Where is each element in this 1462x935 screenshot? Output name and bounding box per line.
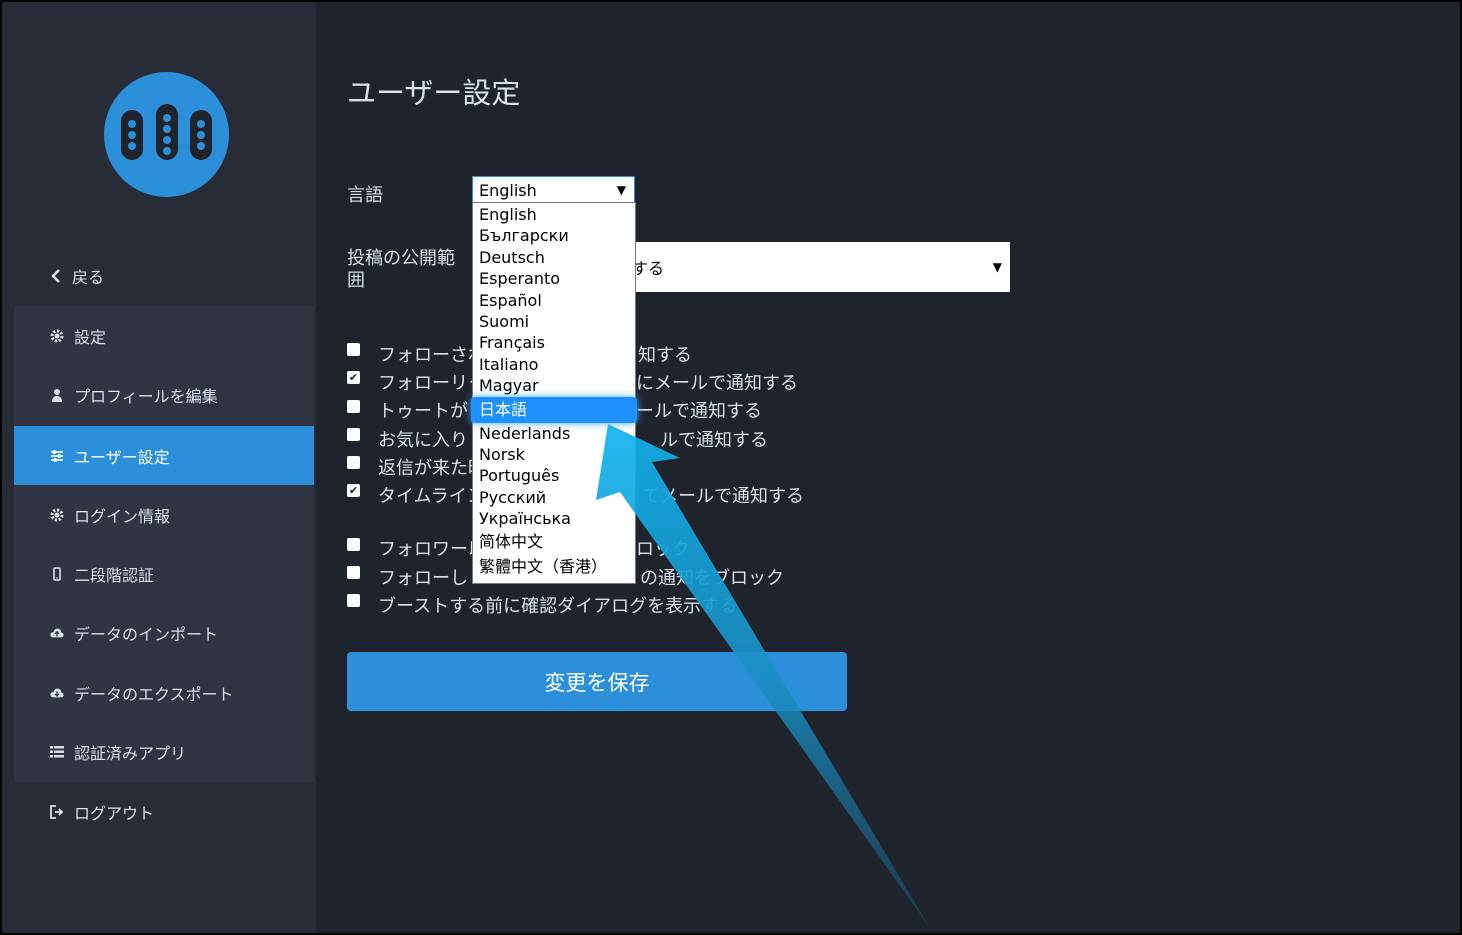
language-option[interactable]: Português [473,465,635,486]
checkbox-notify-timeline[interactable]: ✔ [347,484,360,497]
dropdown-arrow-icon: ▼ [616,183,626,197]
sidebar-item-two-factor[interactable]: 二段階認証 [14,544,314,603]
privacy-label: 投稿の公開範 囲 [347,248,455,292]
language-option[interactable]: 繁體中文（香港） [473,556,635,577]
sidebar-item-label: プロフィールを編集 [74,386,218,406]
checkbox-notify-follow-request[interactable]: ✔ [347,371,360,384]
back-label: 戻る [72,268,105,287]
language-select-value: English [479,180,537,200]
checkbox-label-notify-follow-request: フォローリク にメールで通知する [378,373,798,394]
sidebar-item-label: データのエクスポート [74,684,234,704]
checkbox-label-notify-reply: 返信が来た時 [378,458,486,479]
logout-link[interactable]: ログアウト [50,800,154,824]
language-label: 言語 [347,185,383,206]
checkbox-block-non-following[interactable] [347,566,360,579]
checkbox-notify-favourite[interactable] [347,428,360,441]
checkbox-notify-follow[interactable] [347,343,360,356]
language-option[interactable]: Italiano [473,354,635,375]
language-select[interactable]: English ▼ [472,176,635,204]
checkbox-block-non-followers[interactable] [347,538,360,551]
gear-icon [50,508,64,522]
sidebar-item-export[interactable]: データのエクスポート [14,663,314,722]
language-option[interactable]: Norsk [473,444,635,465]
sidebar-item-settings[interactable]: 設定 [14,306,314,365]
language-option[interactable]: Español [473,290,635,311]
sidebar-item-label: データのインポート [74,624,219,644]
cloud-download-icon [50,686,64,700]
checkbox-notify-boost[interactable] [347,400,360,413]
language-option[interactable]: Esperanto [473,268,635,289]
sidebar-nav: 設定 プロフィールを編集 ユーザー設定 ログイン情報 二段階認証 データのインポ… [14,306,314,782]
checkbox-label-boost-confirm: ブーストする前に確認ダイアログを表示する [378,596,738,617]
gear-icon [50,329,64,343]
language-option[interactable]: 简体中文 [473,531,635,552]
sidebar-item-label: 設定 [74,327,107,347]
sidebar-item-edit-profile[interactable]: プロフィールを編集 [14,365,314,424]
privacy-label-line1: 投稿の公開範 [347,248,455,269]
checkbox-label-notify-boost: トゥートが ールで通知する [378,401,762,422]
checkbox-label-notify-favourite: お気に入り ルで通知する [378,430,768,451]
language-option[interactable]: Nederlands [473,423,635,444]
sign-out-icon [50,805,64,819]
logout-label: ログアウト [74,804,155,823]
chevron-left-icon [51,269,60,283]
sidebar-item-label: 認証済みアプリ [74,743,187,763]
language-dropdown-list: English Български Deutsch Esperanto Espa… [472,202,636,584]
user-icon [50,388,64,402]
sidebar-item-label: ログイン情報 [74,506,171,526]
sidebar-item-label: 二段階認証 [74,565,155,585]
language-option[interactable]: Deutsch [473,247,635,268]
checkbox-notify-reply[interactable] [347,456,360,469]
dropdown-arrow-icon: ▼ [992,260,1002,274]
mobile-icon [50,566,64,581]
checkbox-label-notify-timeline: タイムライン てメールで通知する [378,486,804,507]
language-option[interactable]: Български [473,225,635,246]
privacy-label-line2: 囲 [347,270,365,291]
language-option[interactable]: Українська [473,508,635,529]
checkbox-boost-confirm[interactable] [347,594,360,607]
sidebar-item-authorized-apps[interactable]: 認証済みアプリ [14,722,314,781]
save-button[interactable]: 変更を保存 [347,652,847,711]
mastodon-logo[interactable] [104,72,229,197]
language-option[interactable]: Русский [473,487,635,508]
language-option[interactable]: Français [473,332,635,353]
sliders-icon [50,449,64,463]
logo-icon [121,104,212,160]
checkbox-label-notify-follow: フォローされ 知する [378,345,692,366]
privacy-select-value: する [632,259,665,278]
page-title: ユーザー設定 [347,76,521,110]
sidebar-item-label: ユーザー設定 [74,447,170,467]
back-link[interactable]: 戻る [50,264,104,288]
language-option[interactable]: Magyar [473,375,635,396]
checkbox-label-block-non-followers: フォロワー以 ロック [378,539,690,560]
cloud-upload-icon [50,626,64,640]
language-option[interactable]: English [473,204,635,225]
list-icon [50,745,64,759]
language-option-highlighted[interactable]: 日本語 [473,399,635,421]
checkbox-label-block-non-following: フォローし の通知をブロック [378,568,784,589]
language-option[interactable]: Suomi [473,311,635,332]
sidebar-item-import[interactable]: データのインポート [14,603,314,662]
sidebar-item-login-info[interactable]: ログイン情報 [14,485,314,544]
sidebar-item-user-settings[interactable]: ユーザー設定 [14,426,314,485]
